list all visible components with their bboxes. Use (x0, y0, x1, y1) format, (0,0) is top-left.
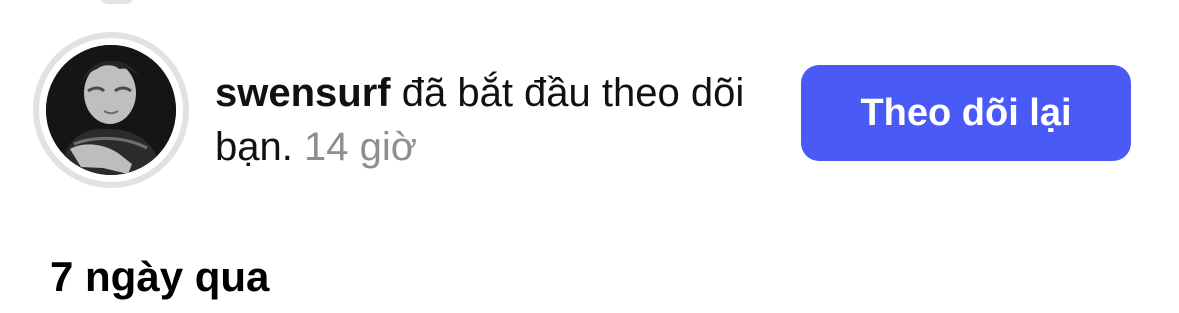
avatar-inner-gap (39, 38, 183, 182)
avatar-ring[interactable] (33, 32, 189, 188)
username[interactable]: swensurf (215, 71, 391, 115)
timestamp: 14 giờ (292, 125, 417, 169)
notification-text[interactable]: swensurf đã bắt đầu theo dõi bạn. 14 giờ (215, 66, 775, 174)
previous-item-fragment (100, 0, 134, 4)
section-title: 7 ngày qua (50, 253, 270, 300)
avatar[interactable] (46, 45, 176, 175)
avatar-photo (46, 45, 176, 175)
notification-row[interactable]: swensurf đã bắt đầu theo dõi bạn. 14 giờ… (0, 28, 1179, 198)
follow-back-button[interactable]: Theo dõi lại (801, 65, 1131, 161)
